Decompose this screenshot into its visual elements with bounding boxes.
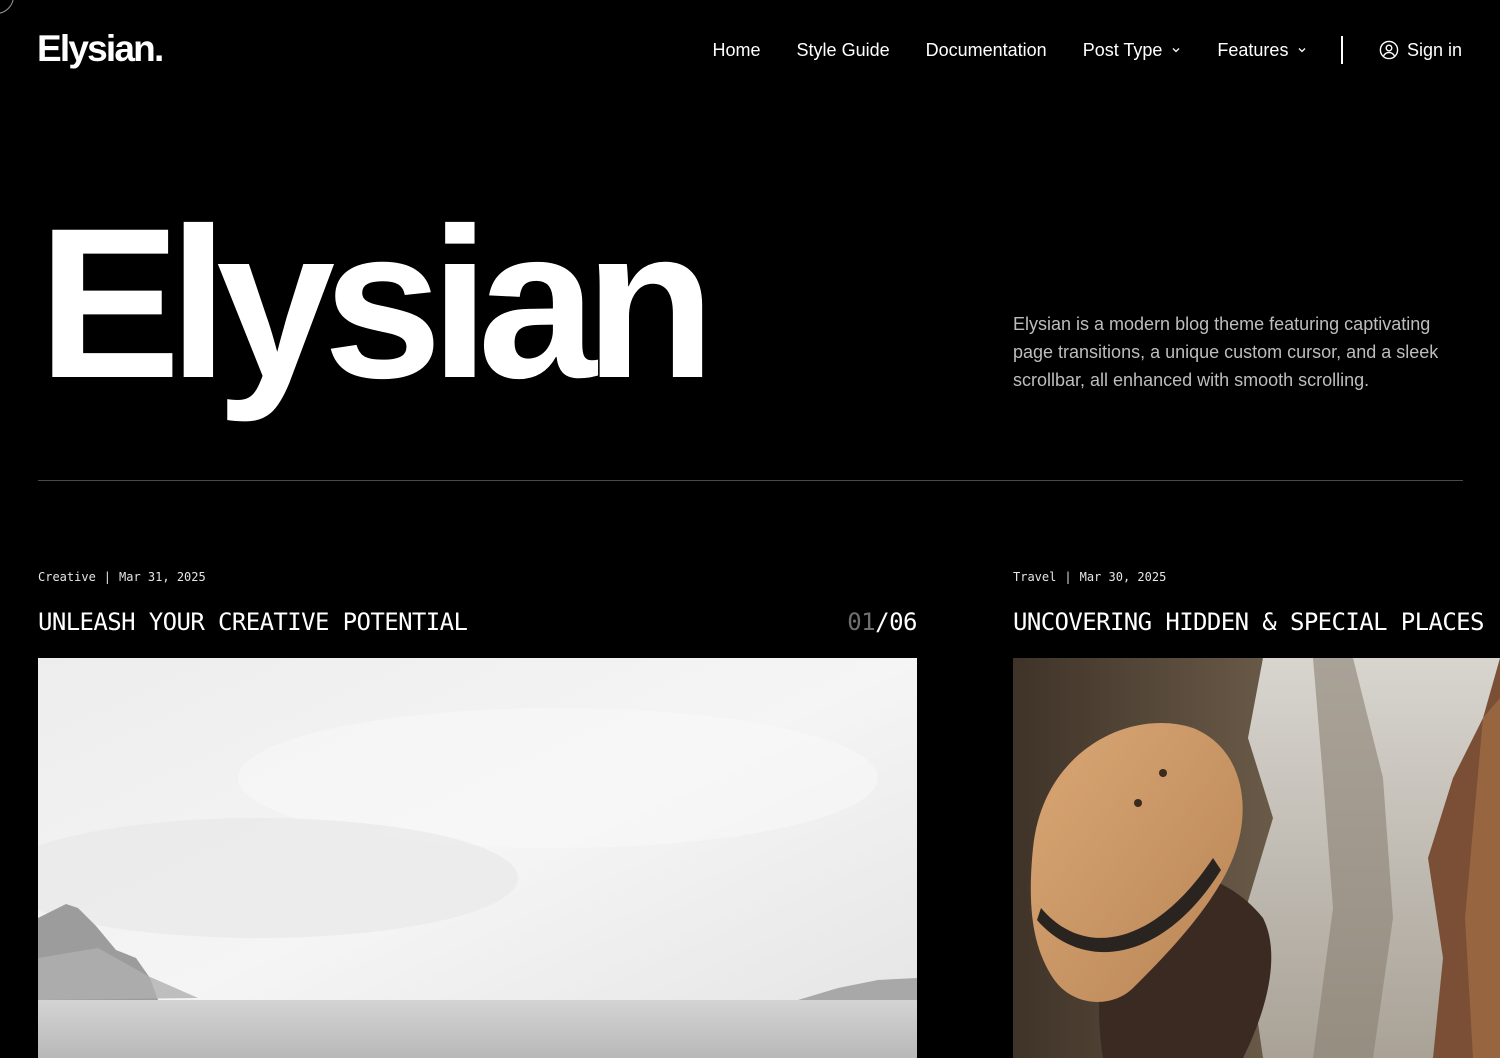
nav-style-guide-label: Style Guide — [796, 39, 890, 60]
main-nav: Home Style Guide Documentation Post Type… — [713, 30, 1462, 70]
nav-post-type-label: Post Type — [1082, 39, 1163, 60]
post-category[interactable]: Travel — [1013, 570, 1056, 584]
nav-features[interactable]: Features — [1217, 40, 1307, 61]
post-card[interactable]: Travel | Mar 30, 2025 UNCOVERING HIDDEN … — [1013, 566, 1500, 1058]
signin-link[interactable]: Sign in — [1379, 40, 1462, 61]
post-title-row: UNCOVERING HIDDEN & SPECIAL PLACES — [1013, 604, 1500, 640]
post-image-mountains[interactable] — [38, 658, 917, 1058]
nav-home-label: Home — [712, 39, 761, 60]
meta-separator: | — [103, 570, 112, 584]
nav-post-type[interactable]: Post Type — [1083, 40, 1182, 61]
nav-features-label: Features — [1217, 39, 1289, 60]
nav-documentation-label: Documentation — [925, 39, 1047, 60]
post-meta: Travel | Mar 30, 2025 — [1013, 566, 1500, 588]
nav-home[interactable]: Home — [713, 40, 761, 61]
post-date: Mar 30, 2025 — [1079, 570, 1167, 584]
slide-counter-current: 01 — [847, 608, 876, 636]
post-category[interactable]: Creative — [38, 570, 96, 584]
chevron-down-icon — [1172, 48, 1180, 53]
nav-divider — [1341, 36, 1343, 64]
chevron-down-icon — [1298, 48, 1306, 53]
slide-counter: 01/06 — [847, 608, 917, 636]
user-circle-icon — [1379, 40, 1399, 60]
site-logo[interactable]: Elysian. — [37, 28, 164, 70]
section-divider — [38, 480, 1463, 481]
post-image-traveler[interactable] — [1013, 658, 1500, 1058]
hero-title: Elysian — [38, 184, 715, 423]
post-title[interactable]: UNCOVERING HIDDEN & SPECIAL PLACES — [1013, 608, 1484, 636]
nav-style-guide[interactable]: Style Guide — [797, 40, 890, 61]
post-title[interactable]: UNLEASH YOUR CREATIVE POTENTIAL — [38, 608, 468, 636]
post-date: Mar 31, 2025 — [119, 570, 206, 584]
hero-description: Elysian is a modern blog theme featuring… — [1013, 314, 1439, 390]
meta-separator: | — [1064, 570, 1072, 584]
custom-cursor — [0, 0, 14, 14]
slide-counter-total: /06 — [875, 608, 917, 636]
nav-documentation[interactable]: Documentation — [926, 40, 1047, 61]
post-title-row: UNLEASH YOUR CREATIVE POTENTIAL 01/06 — [38, 604, 917, 640]
post-card[interactable]: Creative | Mar 31, 2025 UNLEASH YOUR CRE… — [38, 566, 917, 1058]
signin-label: Sign in — [1406, 39, 1462, 60]
post-meta: Creative | Mar 31, 2025 — [38, 566, 917, 588]
